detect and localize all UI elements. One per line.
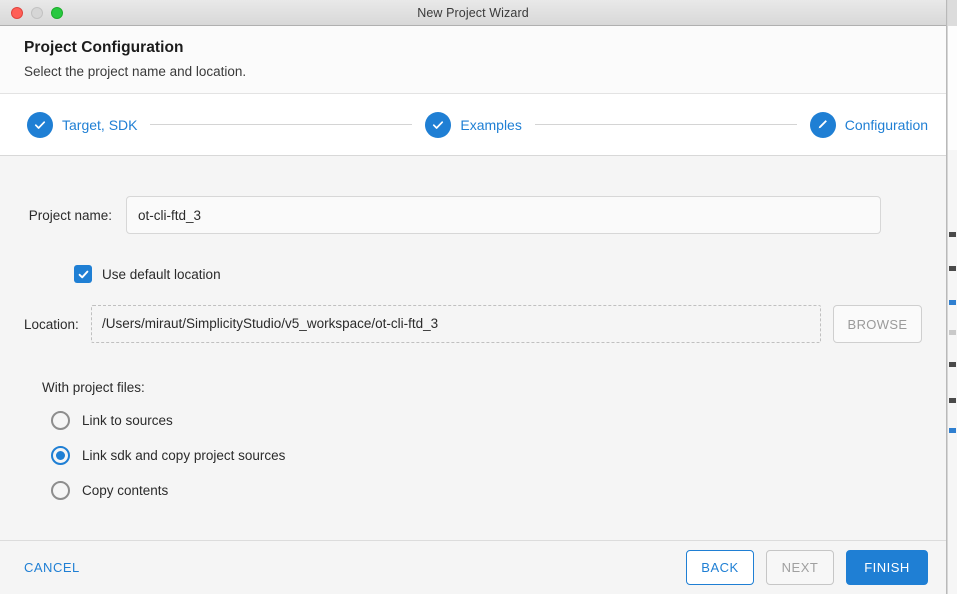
- wizard-header: Project Configuration Select the project…: [0, 26, 946, 94]
- wizard-body: Project name: ot-cli-ftd_3 Use default l…: [0, 156, 946, 540]
- maximize-button[interactable]: [51, 6, 63, 19]
- stepper-step-examples[interactable]: Examples: [425, 111, 522, 138]
- use-default-location-label: Use default location: [102, 266, 221, 282]
- wizard-stepper: Target, SDK Examples Configuration: [0, 94, 946, 156]
- project-name-row: Project name: ot-cli-ftd_3: [24, 196, 922, 234]
- project-name-input[interactable]: ot-cli-ftd_3: [126, 196, 881, 234]
- minimize-button[interactable]: [31, 6, 43, 19]
- radio-unchecked-icon[interactable]: [51, 411, 70, 430]
- radio-link-sdk-copy-sources[interactable]: Link sdk and copy project sources: [51, 446, 922, 465]
- window-titlebar: New Project Wizard: [0, 0, 946, 26]
- stepper-label-target-sdk: Target, SDK: [62, 116, 138, 133]
- window-title: New Project Wizard: [417, 5, 529, 20]
- stepper-step-target-sdk[interactable]: Target, SDK: [27, 111, 138, 138]
- stepper-step-configuration[interactable]: Configuration: [809, 111, 929, 138]
- stepper-connector-2: [534, 124, 797, 125]
- stepper-connector-1: [150, 124, 413, 125]
- project-name-label: Project name:: [28, 207, 112, 223]
- check-icon: [27, 111, 53, 138]
- page-title: Project Configuration: [24, 39, 184, 56]
- next-button: NEXT: [766, 550, 834, 585]
- background-window-sliver: [947, 0, 957, 594]
- checkbox-checked-icon[interactable]: [74, 265, 92, 283]
- wizard-footer: CANCEL BACK NEXT FINISH: [0, 540, 946, 594]
- location-label: Location:: [24, 316, 79, 332]
- window-controls: [11, 6, 63, 19]
- radio-label-copy-contents: Copy contents: [82, 483, 169, 498]
- cancel-button[interactable]: CANCEL: [24, 560, 80, 575]
- back-button[interactable]: BACK: [686, 550, 754, 585]
- location-row: Location: /Users/miraut/SimplicityStudio…: [24, 305, 922, 343]
- stepper-label-examples: Examples: [460, 116, 522, 133]
- location-input[interactable]: /Users/miraut/SimplicityStudio/v5_worksp…: [91, 305, 821, 343]
- stepper-label-configuration: Configuration: [844, 116, 929, 133]
- new-project-wizard-window: New Project Wizard Project Configuration…: [0, 0, 947, 594]
- check-icon: [425, 111, 452, 138]
- close-button[interactable]: [11, 6, 23, 19]
- radio-unchecked-icon[interactable]: [51, 481, 70, 500]
- browse-button[interactable]: BROWSE: [833, 305, 922, 343]
- page-subtitle: Select the project name and location.: [24, 64, 247, 79]
- radio-copy-contents[interactable]: Copy contents: [51, 481, 922, 500]
- use-default-location-row[interactable]: Use default location: [74, 265, 922, 283]
- radio-label-link-to-sources: Link to sources: [82, 413, 173, 428]
- radio-checked-icon[interactable]: [51, 446, 70, 465]
- project-files-group-label: With project files:: [42, 380, 145, 395]
- radio-label-link-sdk-copy-sources: Link sdk and copy project sources: [82, 448, 286, 463]
- radio-link-to-sources[interactable]: Link to sources: [51, 411, 922, 430]
- pencil-icon: [809, 111, 836, 138]
- finish-button[interactable]: FINISH: [846, 550, 928, 585]
